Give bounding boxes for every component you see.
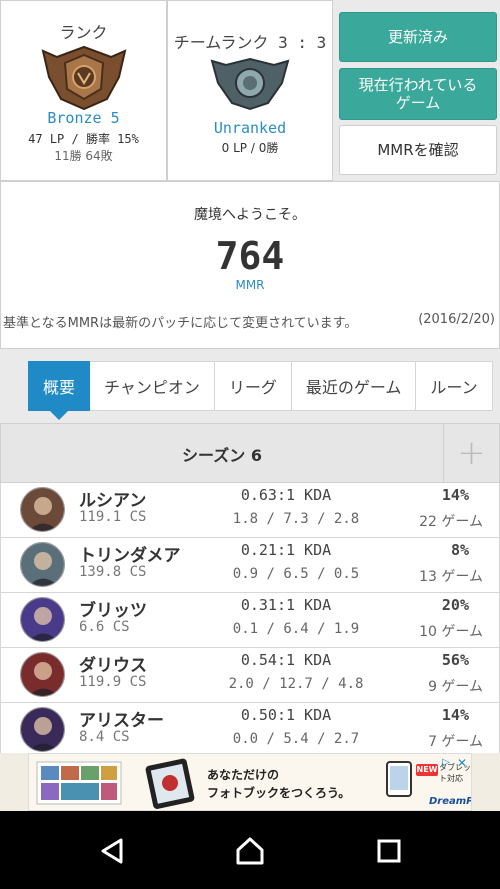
champion-play-rate: 56%: [441, 651, 469, 669]
back-icon[interactable]: [92, 833, 132, 869]
champion-row[interactable]: ブリッツ 6.6 CS 0.31:1 KDA 0.1 / 6.4 / 1.9 20% 10…: [0, 593, 500, 648]
blitzcrank-avatar-icon: [20, 597, 65, 642]
champion-play-rate: 14%: [441, 486, 469, 504]
darius-avatar-icon: [20, 652, 65, 697]
champion-kda: 0.50:1 KDA: [240, 706, 332, 724]
team-rank-panel: チームランク 3 : 3 Unranked 0 LP / 0勝: [167, 0, 333, 181]
tablet-device-icon: [386, 761, 412, 797]
live-game-button[interactable]: 現在行われている ゲーム: [339, 68, 497, 120]
champion-cs: 8.4 CS: [79, 729, 130, 745]
check-mmr-button[interactable]: MMRを確認: [339, 125, 497, 175]
champion-cs: 139.8 CS: [79, 564, 147, 580]
ad-content[interactable]: あなただけの フォトブックをつくろう。 NEW タブレット対応 DreamPag…: [28, 753, 472, 811]
mmr-value: 764: [215, 234, 285, 278]
tab-bar: 概要 チャンピオン リーグ 最近のゲーム ルーン: [28, 361, 493, 411]
champion-games: 10 ゲーム: [419, 624, 483, 640]
champion-play-rate: 14%: [441, 706, 469, 724]
champion-games: 7 ゲーム: [428, 734, 483, 750]
android-nav-bar: [0, 811, 500, 889]
tab-recent-games[interactable]: 最近のゲーム: [291, 361, 417, 411]
ad-line2: フォトブックをつくろう。: [207, 786, 351, 800]
mmr-note: 基準となるMMRは最新のパッチに応じて変更されています。 (2016/2/20): [3, 312, 495, 331]
mmr-note-date: (2016/2/20): [418, 312, 495, 327]
tryndamere-avatar-icon: [20, 542, 65, 587]
champion-row[interactable]: ダリウス 119.9 CS 0.54:1 KDA 2.0 / 12.7 / 4.8 56…: [0, 648, 500, 703]
solo-rank-panel: ランク Bronze 5 47 LP / 勝率 15% 11勝 64敗: [0, 0, 167, 181]
ad-close-icon[interactable]: ✕: [455, 756, 469, 770]
mmr-note-text: 基準となるMMRは最新のパッチに応じて変更されています。: [3, 316, 358, 331]
team-lp-wins: 0 LP / 0勝: [221, 141, 279, 155]
champion-games: 22 ゲーム: [419, 514, 483, 530]
champion-name: ルシアン: [79, 491, 147, 511]
champion-play-rate: 8%: [450, 541, 469, 559]
photobook-image-icon: [36, 761, 122, 805]
tab-league[interactable]: リーグ: [214, 361, 292, 411]
champion-name: ブリッツ: [79, 601, 147, 621]
champion-kda: 0.21:1 KDA: [240, 541, 332, 559]
mmr-panel: 魔境へようこそ。 764 MMR 基準となるMMRは最新のパッチに応じて変更され…: [0, 181, 500, 349]
champion-cs: 119.1 CS: [79, 509, 147, 525]
ad-new-badge: NEW: [416, 764, 438, 776]
home-icon[interactable]: [230, 833, 270, 869]
champion-games: 13 ゲーム: [419, 569, 483, 585]
champion-row[interactable]: アリスター 8.4 CS 0.50:1 KDA 0.0 / 5.4 / 2.7 14% 7…: [0, 703, 500, 753]
champion-play-rate: 20%: [441, 596, 469, 614]
mmr-label: MMR: [235, 278, 265, 292]
unranked-emblem-icon: [208, 55, 292, 115]
ad-brand: DreamPages: [429, 796, 471, 807]
champion-row[interactable]: ルシアン 119.1 CS 0.63:1 KDA 1.8 / 7.3 / 2.8 14%…: [0, 483, 500, 538]
champion-list: ルシアン 119.1 CS 0.63:1 KDA 1.8 / 7.3 / 2.8 14%…: [0, 483, 500, 753]
champion-kda-detail: 0.0 / 5.4 / 2.7: [232, 731, 360, 747]
champion-cs: 6.6 CS: [79, 619, 130, 635]
champion-kda: 0.31:1 KDA: [240, 596, 332, 614]
champion-games: 9 ゲーム: [428, 679, 483, 695]
welcome-text: 魔境へようこそ。: [194, 207, 306, 223]
rank-header: ランク Bronze 5 47 LP / 勝率 15% 11勝 64敗 チームラ…: [0, 0, 500, 181]
champion-kda: 0.63:1 KDA: [240, 486, 332, 504]
champion-kda-detail: 0.9 / 6.5 / 0.5: [232, 566, 360, 582]
champion-cs: 119.9 CS: [79, 674, 147, 690]
tablet-image-icon: [145, 758, 195, 809]
team-rank-title: チームランク 3 : 3: [173, 33, 327, 52]
champion-kda: 0.54:1 KDA: [240, 651, 332, 669]
champion-kda-detail: 2.0 / 12.7 / 4.8: [228, 676, 364, 692]
ad-banner[interactable]: あなただけの フォトブックをつくろう。 NEW タブレット対応 DreamPag…: [0, 753, 500, 811]
tab-runes[interactable]: ルーン: [416, 361, 493, 411]
champion-name: アリスター: [79, 711, 164, 731]
champion-name: トリンダメア: [79, 546, 181, 566]
solo-rank-title: ランク: [59, 23, 108, 42]
ad-info-icon[interactable]: ▷: [439, 756, 453, 770]
tab-champions[interactable]: チャンピオン: [90, 361, 215, 411]
team-tier-name: Unranked: [213, 119, 287, 137]
season-header: シーズン 6 +: [0, 423, 500, 483]
tab-overview[interactable]: 概要: [28, 361, 91, 411]
champion-name: ダリウス: [79, 656, 147, 676]
champion-row[interactable]: トリンダメア 139.8 CS 0.21:1 KDA 0.9 / 6.5 / 0.5 8…: [0, 538, 500, 593]
recents-icon[interactable]: [369, 833, 409, 869]
solo-tier-name: Bronze 5: [47, 109, 120, 127]
ad-line1: あなただけの: [207, 768, 280, 782]
updated-button[interactable]: 更新済み: [339, 12, 497, 62]
champion-kda-detail: 1.8 / 7.3 / 2.8: [232, 511, 360, 527]
solo-wins-losses: 11勝 64敗: [54, 149, 113, 163]
alistar-avatar-icon: [20, 707, 65, 752]
lucian-avatar-icon: [20, 487, 65, 532]
solo-lp-winrate: 47 LP / 勝率 15%: [28, 132, 139, 146]
champion-kda-detail: 0.1 / 6.4 / 1.9: [232, 621, 360, 637]
add-season-button[interactable]: +: [443, 424, 499, 482]
season-title: シーズン 6: [182, 446, 262, 465]
bronze-emblem-icon: [39, 43, 129, 115]
